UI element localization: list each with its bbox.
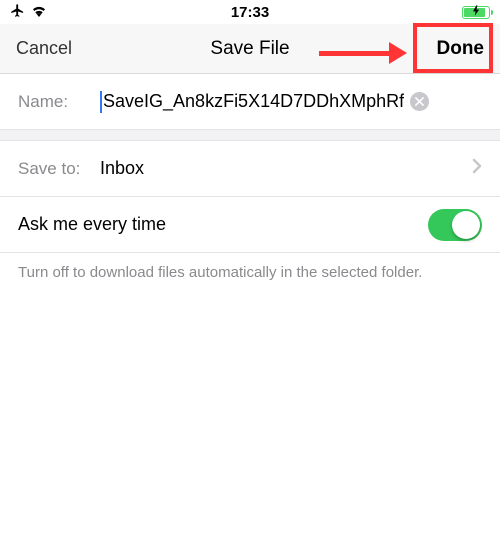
status-bar: 17:33 [0, 0, 500, 24]
wifi-icon [31, 4, 47, 20]
status-left [10, 3, 47, 21]
save-to-value: Inbox [100, 158, 472, 179]
chevron-right-icon [472, 158, 482, 179]
section-spacer [0, 129, 500, 141]
page-title: Save File [210, 38, 289, 60]
footer-description: Turn off to download files automatically… [0, 253, 500, 293]
name-label: Name: [18, 92, 100, 112]
ask-every-time-toggle[interactable] [428, 209, 482, 241]
text-cursor [100, 91, 102, 113]
status-time: 17:33 [231, 4, 269, 21]
clear-text-button[interactable] [410, 92, 429, 111]
name-input[interactable]: SaveIG_An8kzFi5X14D7DDhXMphRf [103, 91, 404, 112]
cancel-button[interactable]: Cancel [16, 38, 72, 59]
name-row[interactable]: Name: SaveIG_An8kzFi5X14D7DDhXMphRf [0, 74, 500, 130]
ask-every-time-label: Ask me every time [18, 214, 428, 235]
done-button[interactable]: Done [437, 38, 485, 60]
save-to-label: Save to: [18, 159, 100, 179]
ask-every-time-row: Ask me every time [0, 197, 500, 253]
charging-icon [473, 5, 480, 19]
airplane-mode-icon [10, 3, 25, 21]
nav-bar: Cancel Save File Done [0, 24, 500, 74]
close-icon [415, 97, 424, 106]
status-right [462, 6, 490, 19]
save-to-row[interactable]: Save to: Inbox [0, 141, 500, 197]
battery-icon [462, 6, 490, 19]
